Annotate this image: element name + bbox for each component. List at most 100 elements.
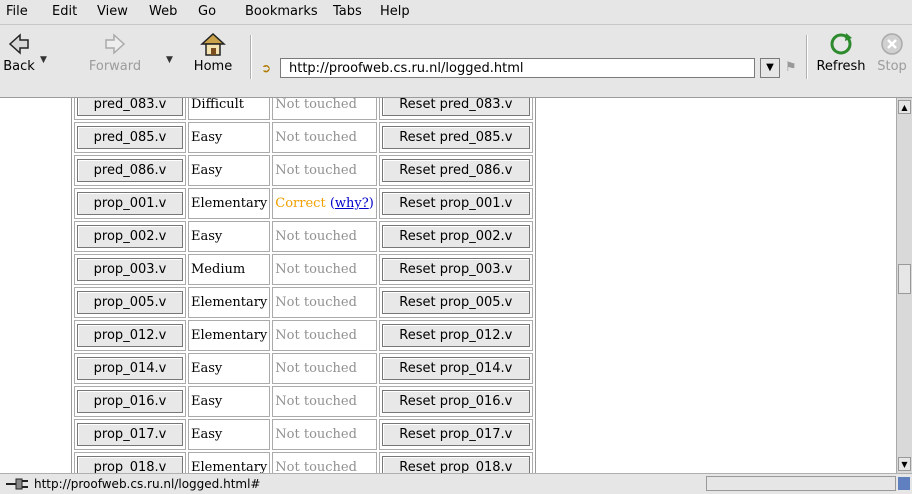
why-link[interactable]: why? <box>335 196 369 211</box>
exercise-button[interactable]: prop_005.v <box>77 291 183 314</box>
exercise-table: pred_083.v Difficult Not touched Reset p… <box>71 98 536 473</box>
exercise-button[interactable]: prop_018.v <box>77 456 183 473</box>
menu-bar: File Edit View Web Go Bookmarks Tabs Hel… <box>0 0 912 25</box>
status-cell: Correct (why?) <box>272 188 377 219</box>
back-arrow-icon <box>0 31 38 57</box>
status-cell: Not touched <box>272 155 377 186</box>
reset-button[interactable]: Reset pred_083.v <box>381 98 530 116</box>
exercise-button[interactable]: pred_085.v <box>77 126 183 149</box>
table-row: prop_016.v Easy Not touched Reset prop_016.… <box>74 386 533 417</box>
difficulty-cell: Easy <box>188 386 271 417</box>
status-cell: Not touched <box>272 254 377 285</box>
exercise-button[interactable]: pred_086.v <box>77 159 183 182</box>
reset-button[interactable]: Reset prop_005.v <box>381 291 530 314</box>
exercise-button[interactable]: prop_016.v <box>77 390 183 413</box>
status-cell: Not touched <box>272 287 377 318</box>
connection-icon <box>6 477 30 494</box>
url-history-dropdown-icon[interactable]: ▼ <box>760 58 780 78</box>
difficulty-cell: Easy <box>188 155 271 186</box>
table-row: prop_001.v Elementary Correct (why?) Reset … <box>74 188 533 219</box>
reset-button[interactable]: Reset prop_012.v <box>381 324 530 347</box>
table-row: prop_014.v Easy Not touched Reset prop_014.… <box>74 353 533 384</box>
difficulty-cell: Difficult <box>188 98 271 120</box>
difficulty-cell: Easy <box>188 221 271 252</box>
table-row: prop_002.v Easy Not touched Reset prop_002.… <box>74 221 533 252</box>
reset-button[interactable]: Reset prop_018.v <box>381 456 530 473</box>
toolbar-separator <box>806 35 808 79</box>
scroll-thumb[interactable] <box>898 264 911 294</box>
exercise-button[interactable]: prop_012.v <box>77 324 183 347</box>
home-icon <box>190 31 236 57</box>
status-correct: Correct <box>275 196 326 211</box>
reset-button[interactable]: Reset prop_016.v <box>381 390 530 413</box>
reset-button[interactable]: Reset prop_001.v <box>381 192 530 215</box>
table-row: pred_085.v Easy Not touched Reset pred_085.… <box>74 122 533 153</box>
home-button[interactable]: Home <box>190 31 236 74</box>
exercise-button[interactable]: prop_003.v <box>77 258 183 281</box>
refresh-icon <box>814 31 868 57</box>
status-cell: Not touched <box>272 386 377 417</box>
menu-edit[interactable]: Edit <box>52 4 77 19</box>
difficulty-cell: Medium <box>188 254 271 285</box>
url-input[interactable]: http://proofweb.cs.ru.nl/logged.html <box>280 58 755 78</box>
status-cell: Not touched <box>272 320 377 351</box>
site-favicon-icon: ➲ <box>261 61 272 75</box>
reset-button[interactable]: Reset prop_002.v <box>381 225 530 248</box>
table-row: prop_012.v Elementary Not touched Reset pro… <box>74 320 533 351</box>
page-content: pred_083.v Difficult Not touched Reset p… <box>0 98 896 473</box>
table-row: prop_003.v Medium Not touched Reset prop_00… <box>74 254 533 285</box>
vertical-scrollbar[interactable]: ▲ ▼ <box>896 98 912 473</box>
menu-help[interactable]: Help <box>380 4 410 19</box>
table-row: prop_017.v Easy Not touched Reset prop_017.… <box>74 419 533 450</box>
reset-button[interactable]: Reset pred_086.v <box>381 159 530 182</box>
difficulty-cell: Easy <box>188 122 271 153</box>
forward-arrow-icon <box>80 31 150 57</box>
go-icon[interactable]: ⚑ <box>785 60 797 75</box>
status-cell: Not touched <box>272 419 377 450</box>
refresh-button[interactable]: Refresh <box>814 31 868 74</box>
status-cell: Not touched <box>272 122 377 153</box>
menu-file[interactable]: File <box>6 4 28 19</box>
table-row: pred_086.v Easy Not touched Reset pred_086.… <box>74 155 533 186</box>
difficulty-cell: Elementary <box>188 287 271 318</box>
table-row: pred_083.v Difficult Not touched Reset p… <box>74 98 533 120</box>
difficulty-cell: Easy <box>188 419 271 450</box>
table-row: prop_005.v Elementary Not touched Reset pro… <box>74 287 533 318</box>
stop-button[interactable]: Stop <box>872 31 912 74</box>
status-cell: Not touched <box>272 452 377 473</box>
status-bar: http://proofweb.cs.ru.nl/logged.html# <box>0 473 912 493</box>
reset-button[interactable]: Reset pred_085.v <box>381 126 530 149</box>
table-row: prop_018.v Elementary Not touched Reset pro… <box>74 452 533 473</box>
difficulty-cell: Elementary <box>188 188 271 219</box>
navigation-toolbar: Back ▼ Forward ▼ Home ➲ http://proofweb.… <box>0 25 912 98</box>
exercise-button[interactable]: prop_001.v <box>77 192 183 215</box>
back-button[interactable]: Back <box>0 31 38 74</box>
menu-web[interactable]: Web <box>149 4 177 19</box>
menu-tabs[interactable]: Tabs <box>333 4 362 19</box>
exercise-button[interactable]: prop_014.v <box>77 357 183 380</box>
forward-history-dropdown-icon[interactable]: ▼ <box>166 55 173 65</box>
menu-go[interactable]: Go <box>198 4 216 19</box>
menu-bookmarks[interactable]: Bookmarks <box>245 4 318 19</box>
forward-button[interactable]: Forward <box>80 31 150 74</box>
reset-button[interactable]: Reset prop_003.v <box>381 258 530 281</box>
menu-view[interactable]: View <box>97 4 128 19</box>
status-cell: Not touched <box>272 353 377 384</box>
scroll-up-icon[interactable]: ▲ <box>898 100 911 114</box>
security-icon <box>898 477 910 490</box>
scroll-down-icon[interactable]: ▼ <box>898 457 911 471</box>
difficulty-cell: Easy <box>188 353 271 384</box>
stop-icon <box>872 31 912 57</box>
difficulty-cell: Elementary <box>188 452 271 473</box>
exercise-button[interactable]: pred_083.v <box>77 98 183 116</box>
progress-area <box>706 476 896 491</box>
status-cell: Not touched <box>272 98 377 120</box>
exercise-button[interactable]: prop_017.v <box>77 423 183 446</box>
difficulty-cell: Elementary <box>188 320 271 351</box>
back-history-dropdown-icon[interactable]: ▼ <box>40 55 47 65</box>
reset-button[interactable]: Reset prop_014.v <box>381 357 530 380</box>
toolbar-separator <box>250 35 252 79</box>
status-cell: Not touched <box>272 221 377 252</box>
reset-button[interactable]: Reset prop_017.v <box>381 423 530 446</box>
exercise-button[interactable]: prop_002.v <box>77 225 183 248</box>
